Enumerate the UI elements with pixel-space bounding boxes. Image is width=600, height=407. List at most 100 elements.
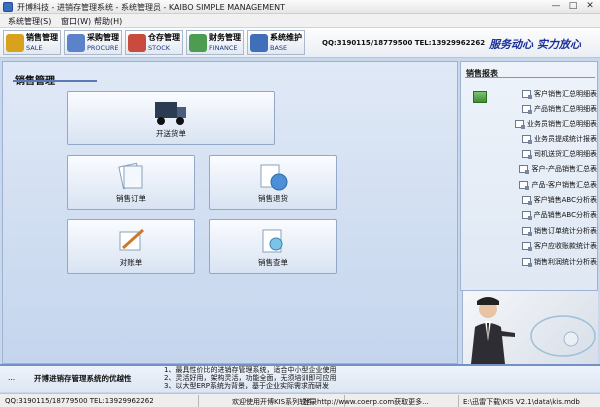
warehouse-icon: [128, 33, 146, 52]
footer-dots: ...: [8, 373, 16, 382]
report-item-label: 业务员销售汇总明细表: [527, 120, 597, 128]
menu-system[interactable]: 系统管理(S): [8, 16, 51, 27]
report-item[interactable]: 客户销售ABC分析表: [461, 195, 597, 205]
toolbar-procure-label: 采购管理: [87, 32, 119, 42]
sales-panel: 销售管理 开送货单 销售订单 销售退货 对账单 销: [2, 61, 458, 364]
report-item[interactable]: 业务员销售汇总明细表: [461, 119, 597, 129]
minimize-button[interactable]: —: [549, 1, 563, 12]
promo-image: [462, 291, 598, 364]
footer-note: 2、灵活好用，架构灵活，功能全面，无须培训即可应用: [164, 374, 337, 382]
report-icon: [522, 135, 532, 144]
report-icon: [522, 242, 532, 251]
footer-title: 开博进销存管理系统的优越性: [34, 374, 132, 383]
window-title: 开博科技 - 进销存管理系统 - 系统管理员 - KAIBO SIMPLE MA…: [17, 3, 286, 12]
status-separator: [458, 395, 459, 407]
sales-reports-panel: 销售报表 客户销售汇总明细表 产品销售汇总明细表 业务员销售汇总明细表 业务员提…: [460, 61, 598, 291]
report-item[interactable]: 销售利润统计分析表: [461, 257, 597, 267]
report-item[interactable]: 销售订单统计分析表: [461, 226, 597, 236]
panel-title-rule: [13, 80, 97, 82]
maintenance-icon: [250, 33, 268, 52]
documents-icon: [118, 162, 143, 190]
finance-icon: [189, 33, 207, 52]
toolbar-sale-label: 销售管理: [26, 32, 58, 42]
menu-help[interactable]: 帮助(H): [94, 16, 122, 27]
tile-delivery-note[interactable]: 开送货单: [67, 91, 275, 145]
report-icon: [522, 150, 532, 159]
app-icon: [3, 2, 13, 12]
pen-paper-icon: [119, 228, 145, 251]
slogan: 服务动心 实力放心: [489, 38, 581, 51]
footer-note: 3、以大型ERP系统为背景，基于企业实际需求而研发: [164, 382, 329, 390]
report-item-label: 产品销售汇总明细表: [534, 105, 597, 113]
report-icon: [515, 120, 525, 129]
report-item-label: 业务员提成统计报表: [534, 135, 597, 143]
report-item[interactable]: 客户销售汇总明细表: [461, 89, 597, 99]
toolbar-finance-en: FINANCE: [209, 43, 238, 52]
businessman-illustration: [471, 297, 596, 364]
toolbar-base-en: BASE: [270, 43, 288, 52]
tile-statement[interactable]: 对账单: [67, 219, 195, 274]
report-icon: [519, 165, 530, 174]
report-icon: [522, 90, 532, 99]
status-db-path: E:\迅雷下载\KIS V2.1\data\kis.mdb: [463, 398, 580, 406]
status-welcome: 欢迎使用开博KIS系列软件: [232, 398, 314, 406]
reports-title-rule: [465, 77, 595, 78]
tile-sales-return[interactable]: 销售退货: [209, 155, 337, 210]
toolbar-procure-button[interactable]: 采购管理 PROCURE: [64, 30, 122, 55]
cart-icon: [67, 33, 85, 52]
report-item-label: 客户-产品销售汇总表: [531, 165, 597, 173]
toolbar-procure-en: PROCURE: [87, 43, 119, 52]
report-item[interactable]: 产品-客户销售汇总表: [461, 180, 597, 190]
report-item[interactable]: 客户应收账款统计表: [461, 241, 597, 251]
truck-icon: [155, 102, 186, 125]
toolbar-stock-label: 仓存管理: [148, 32, 180, 42]
toolbar-sale-en: SALE: [26, 43, 43, 52]
report-icon: [521, 196, 532, 205]
report-item-label: 产品-客户销售汇总表: [531, 181, 597, 189]
status-separator: [198, 395, 199, 407]
footer-notes: 1、最具性价比的进销存管理系统，适合中小型企业使用 2、灵活好用，架构灵活，功能…: [164, 366, 336, 390]
toolbar-base-label: 系统维护: [270, 32, 302, 42]
report-icon: [521, 211, 532, 220]
report-item[interactable]: 司机送货汇总明细表: [461, 149, 597, 159]
tile-sales-query-label: 销售查单: [258, 258, 288, 267]
tile-delivery-note-label: 开送货单: [156, 129, 186, 138]
report-icon: [522, 258, 532, 267]
footer-note: 1、最具性价比的进销存管理系统，适合中小型企业使用: [164, 366, 337, 374]
report-item-label: 产品销售ABC分析表: [533, 211, 597, 219]
search-docs-icon: [262, 229, 283, 253]
toolbar-stock-button[interactable]: 仓存管理 STOCK: [125, 30, 183, 55]
toolbar-finance-label: 财务管理: [209, 32, 241, 42]
report-item[interactable]: 产品销售汇总明细表: [461, 104, 597, 114]
title-bar: 开博科技 - 进销存管理系统 - 系统管理员 - KAIBO SIMPLE MA…: [0, 0, 600, 14]
toolbar-base-button[interactable]: 系统维护 BASE: [247, 30, 305, 55]
maximize-button[interactable]: □: [566, 1, 580, 12]
toolbar-finance-button[interactable]: 财务管理 FINANCE: [186, 30, 244, 55]
report-item-label: 客户销售ABC分析表: [533, 196, 597, 204]
tile-sales-return-label: 销售退货: [258, 194, 288, 203]
tile-sales-order-label: 销售订单: [116, 194, 146, 203]
report-item[interactable]: 业务员提成统计报表: [461, 134, 597, 144]
status-login[interactable]: 登录http://www.coerp.com获取更多...: [303, 397, 429, 407]
report-item[interactable]: 产品销售ABC分析表: [461, 210, 597, 220]
toolbar-contact: QQ:3190115/18779500 TEL:13929962262: [322, 39, 486, 47]
toolbar-sale-button[interactable]: 销售管理 SALE: [3, 30, 61, 55]
menu-window[interactable]: 窗口(W): [61, 16, 91, 27]
report-item-label: 销售订单统计分析表: [534, 227, 597, 235]
menu-bar: 系统管理(S) 窗口(W) 帮助(H): [0, 14, 600, 28]
status-bar: QQ:3190115/18779500 TEL:13929962262 欢迎使用…: [0, 393, 600, 407]
return-globe-icon: [260, 164, 288, 191]
close-button[interactable]: ✕: [583, 1, 597, 12]
tile-sales-query[interactable]: 销售查单: [209, 219, 337, 274]
status-contact: QQ:3190115/18779500 TEL:13929962262: [5, 397, 154, 405]
report-item-label: 客户销售汇总明细表: [534, 90, 597, 98]
window-controls: — □ ✕: [549, 1, 597, 12]
report-item[interactable]: 客户-产品销售汇总表: [461, 164, 597, 174]
report-icon: [519, 181, 530, 190]
tile-sales-order[interactable]: 销售订单: [67, 155, 195, 210]
report-item-label: 销售利润统计分析表: [534, 258, 597, 266]
report-item-label: 司机送货汇总明细表: [534, 150, 597, 158]
report-icon: [522, 227, 532, 236]
toolbar-stock-en: STOCK: [148, 43, 171, 52]
tile-statement-label: 对账单: [119, 258, 143, 267]
